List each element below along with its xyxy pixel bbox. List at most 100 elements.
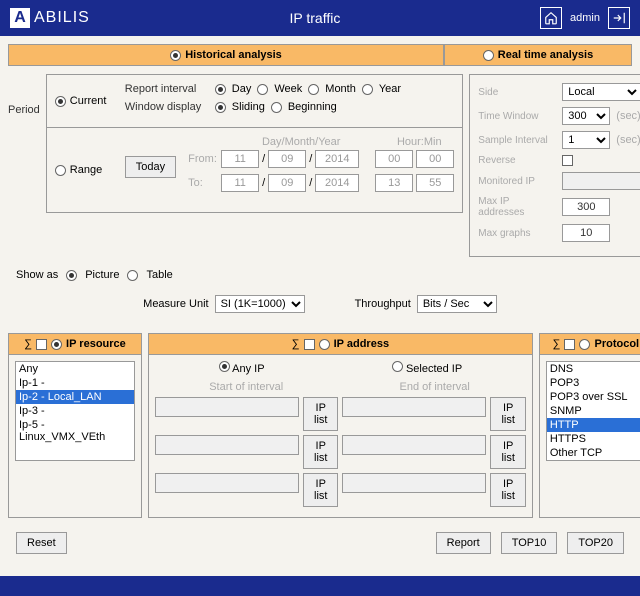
- maxip-input[interactable]: [562, 198, 610, 216]
- ip-start-3[interactable]: [155, 473, 299, 493]
- timewindow-label: Time Window: [478, 111, 556, 122]
- to-hour-input[interactable]: [375, 174, 413, 192]
- top20-button[interactable]: TOP20: [567, 532, 624, 554]
- proto-label: Protocol: [594, 338, 639, 350]
- reverse-label: Reverse: [478, 155, 556, 166]
- tab-historical-radio[interactable]: [170, 50, 181, 61]
- measure-unit-select[interactable]: SI (1K=1000): [215, 295, 305, 313]
- admin-label: admin: [570, 12, 600, 24]
- list-item[interactable]: Ip-5 - Linux_VMX_VEth: [16, 418, 134, 444]
- home-icon[interactable]: [540, 7, 562, 29]
- ip-end-3[interactable]: [342, 473, 486, 493]
- top10-button[interactable]: TOP10: [501, 532, 558, 554]
- period-range-radio[interactable]: [55, 165, 66, 176]
- today-button[interactable]: Today: [125, 156, 176, 178]
- tab-realtime-label: Real time analysis: [498, 49, 593, 61]
- proto-sum-checkbox[interactable]: [564, 339, 575, 350]
- to-min-input[interactable]: [416, 174, 454, 192]
- list-item[interactable]: Ip-1 -: [16, 376, 134, 390]
- ipres-sum-checkbox[interactable]: [36, 339, 47, 350]
- from-day-input[interactable]: [221, 150, 259, 168]
- ip-end-2[interactable]: [342, 435, 486, 455]
- reset-button[interactable]: Reset: [16, 532, 67, 554]
- list-item[interactable]: Other UDP: [547, 460, 640, 461]
- tab-realtime-radio[interactable]: [483, 50, 494, 61]
- side-select[interactable]: Local: [562, 83, 640, 101]
- showas-label: Show as: [16, 269, 58, 281]
- to-month-input[interactable]: [268, 174, 306, 192]
- list-item[interactable]: Any: [16, 362, 134, 376]
- sigma-ipres: ∑: [24, 338, 32, 350]
- ipres-list[interactable]: AnyIp-1 -Ip-2 - Local_LANIp-3 -Ip-5 - Li…: [15, 361, 135, 461]
- ip-start-1[interactable]: [155, 397, 299, 417]
- to-label: To:: [188, 177, 218, 189]
- from-min-input[interactable]: [416, 150, 454, 168]
- showas-picture-label: Picture: [85, 269, 119, 281]
- list-item[interactable]: Ip-2 - Local_LAN: [16, 390, 134, 404]
- list-item[interactable]: POP3: [547, 376, 640, 390]
- selectedip-radio[interactable]: [392, 361, 403, 372]
- iplist-btn-1a[interactable]: IP list: [303, 397, 338, 431]
- iplist-btn-3a[interactable]: IP list: [303, 473, 338, 507]
- ipaddr-sum-checkbox[interactable]: [304, 339, 315, 350]
- window-beginning-radio[interactable]: [271, 102, 282, 113]
- logout-icon[interactable]: [608, 7, 630, 29]
- ip-address-box: ∑IP address Any IP Selected IP Start of …: [148, 333, 533, 518]
- window-beginning-label: Beginning: [288, 101, 337, 113]
- iplist-btn-2b[interactable]: IP list: [490, 435, 525, 469]
- to-year-input[interactable]: [315, 174, 359, 192]
- top-bar: A ABILIS IP traffic admin: [0, 0, 640, 36]
- selectedip-label: Selected IP: [406, 363, 462, 375]
- from-hour-input[interactable]: [375, 150, 413, 168]
- ip-end-1[interactable]: [342, 397, 486, 417]
- report-button[interactable]: Report: [436, 532, 491, 554]
- list-item[interactable]: DNS: [547, 362, 640, 376]
- ip-resource-box: ∑IP resource AnyIp-1 -Ip-2 - Local_LANIp…: [8, 333, 142, 518]
- iplist-btn-1b[interactable]: IP list: [490, 397, 525, 431]
- interval-year-radio[interactable]: [362, 84, 373, 95]
- tab-realtime[interactable]: Real time analysis: [444, 44, 632, 66]
- throughput-select[interactable]: Bits / Sec: [417, 295, 497, 313]
- monitored-ip-input[interactable]: [562, 172, 640, 190]
- period-current-label: Current: [70, 95, 107, 107]
- iplist-btn-3b[interactable]: IP list: [490, 473, 525, 507]
- list-item[interactable]: SNMP: [547, 404, 640, 418]
- from-month-input[interactable]: [268, 150, 306, 168]
- proto-radio[interactable]: [579, 339, 590, 350]
- interval-week-radio[interactable]: [257, 84, 268, 95]
- timewindow-select[interactable]: 300: [562, 107, 610, 125]
- list-item[interactable]: Other TCP: [547, 446, 640, 460]
- showas-table-radio[interactable]: [127, 270, 138, 281]
- maxgraphs-input[interactable]: [562, 224, 610, 242]
- interval-month-radio[interactable]: [308, 84, 319, 95]
- sec-label2: (sec): [616, 134, 640, 146]
- reverse-checkbox[interactable]: [562, 155, 573, 166]
- anyip-radio[interactable]: [219, 361, 230, 372]
- proto-list[interactable]: DNSPOP3POP3 over SSLSNMPHTTPHTTPSOther T…: [546, 361, 640, 461]
- from-label: From:: [188, 153, 218, 165]
- interval-day-radio[interactable]: [215, 84, 226, 95]
- ip-start-2[interactable]: [155, 435, 299, 455]
- tab-historical-label: Historical analysis: [185, 49, 282, 61]
- to-day-input[interactable]: [221, 174, 259, 192]
- list-item[interactable]: HTTP: [547, 418, 640, 432]
- ipaddr-radio[interactable]: [319, 339, 330, 350]
- logo-icon: A: [10, 8, 30, 28]
- from-year-input[interactable]: [315, 150, 359, 168]
- window-sliding-radio[interactable]: [215, 102, 226, 113]
- showas-picture-radio[interactable]: [66, 270, 77, 281]
- window-sliding-label: Sliding: [232, 101, 265, 113]
- iplist-btn-2a[interactable]: IP list: [303, 435, 338, 469]
- period-current-radio[interactable]: [55, 96, 66, 107]
- list-item[interactable]: POP3 over SSL: [547, 390, 640, 404]
- list-item[interactable]: HTTPS: [547, 432, 640, 446]
- tab-historical[interactable]: Historical analysis: [8, 44, 444, 66]
- page-title: IP traffic: [90, 10, 540, 26]
- analysis-tabs: Historical analysis Real time analysis: [8, 44, 632, 66]
- ipres-label: IP resource: [66, 338, 126, 350]
- list-item[interactable]: Ip-3 -: [16, 404, 134, 418]
- ipaddr-label: IP address: [334, 338, 389, 350]
- ipres-radio[interactable]: [51, 339, 62, 350]
- sampleint-select[interactable]: 1: [562, 131, 610, 149]
- period-label: Period: [8, 74, 40, 116]
